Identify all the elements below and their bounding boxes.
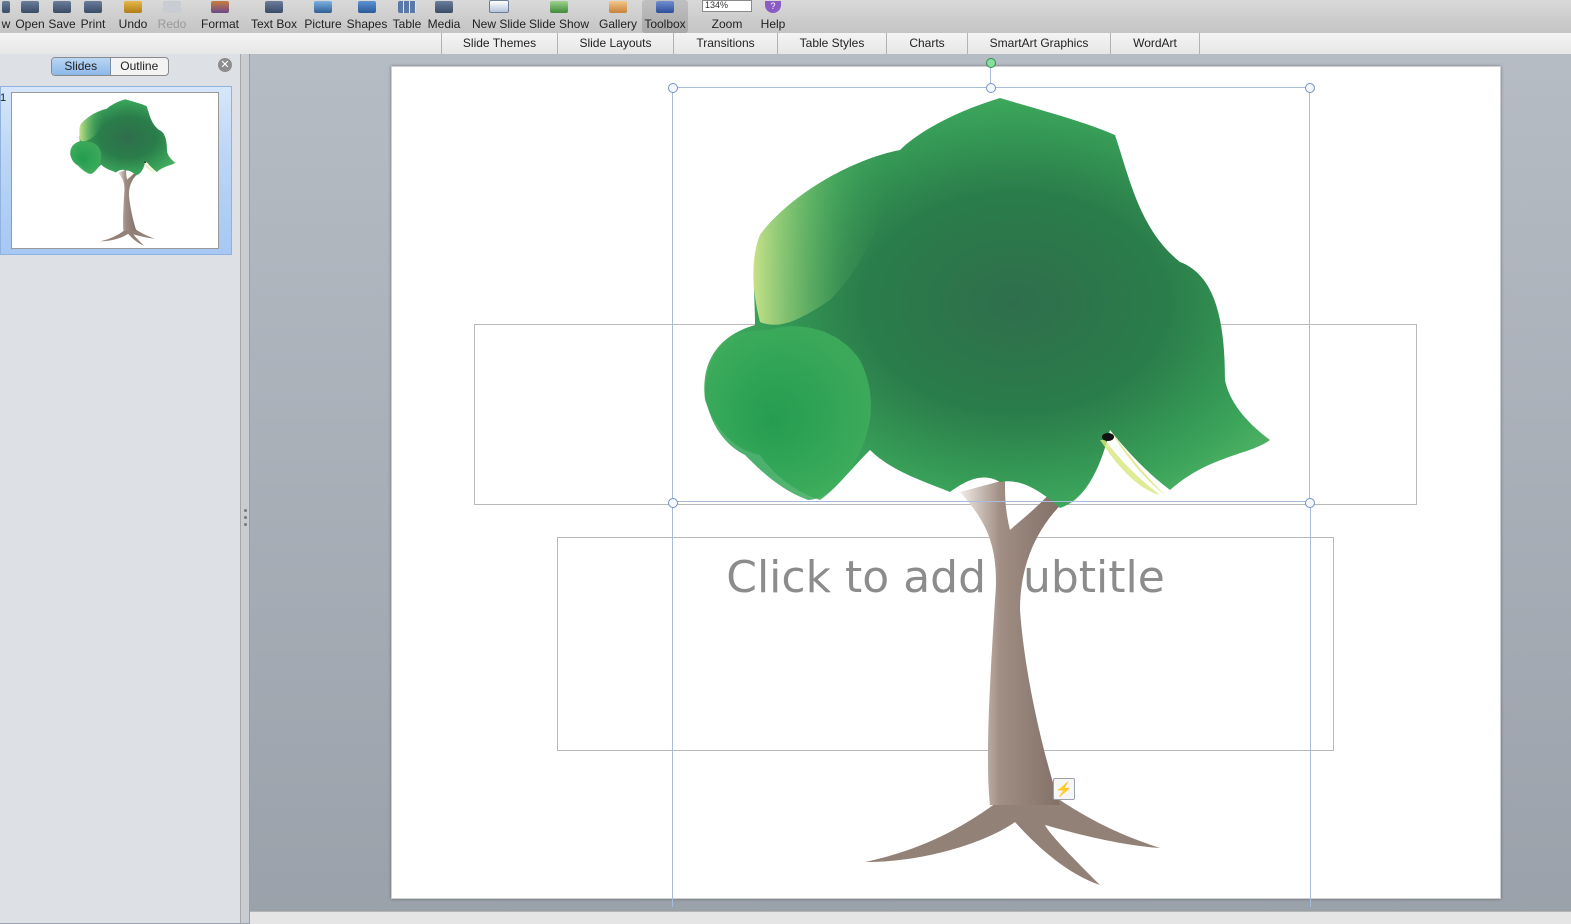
resize-handle-bottom-left[interactable] — [668, 498, 678, 508]
subtitle-placeholder-text: Click to add subtitle — [726, 552, 1165, 603]
gallery-label: Gallery — [598, 17, 637, 31]
zoom-control[interactable]: 134% Zoom — [700, 0, 754, 33]
shapes-icon — [358, 1, 376, 13]
print-icon — [84, 1, 102, 13]
pane-splitter[interactable] — [241, 54, 250, 923]
shapes-button[interactable]: Shapes — [346, 0, 388, 33]
tab-slide-layouts[interactable]: Slide Layouts — [557, 33, 673, 54]
format-icon — [211, 1, 229, 13]
tab-outline[interactable]: Outline — [111, 58, 169, 75]
subtitle-placeholder[interactable]: Click to add subtitle — [557, 537, 1334, 751]
ribbon-tab-bar: Slide Themes Slide Layouts Transitions T… — [0, 33, 1571, 55]
media-button[interactable]: Media — [426, 0, 462, 33]
gallery-button[interactable]: Gallery — [598, 0, 638, 33]
close-pane-button[interactable]: ✕ — [218, 58, 232, 72]
grip-dot — [244, 523, 247, 526]
new-slide-icon — [489, 0, 509, 13]
tab-smartart-graphics[interactable]: SmartArt Graphics — [967, 33, 1110, 54]
horizontal-scrollbar[interactable] — [250, 911, 1571, 924]
picture-button[interactable]: Picture — [302, 0, 344, 33]
toolbox-icon — [656, 1, 674, 13]
tab-wordart[interactable]: WordArt — [1110, 33, 1200, 54]
media-icon — [435, 1, 453, 13]
shapes-label: Shapes — [346, 17, 388, 31]
format-button[interactable]: Format — [199, 0, 241, 33]
tab-charts[interactable]: Charts — [886, 33, 967, 54]
save-label: Save — [48, 17, 76, 31]
redo-label: Redo — [157, 17, 187, 31]
undo-label: Undo — [118, 17, 148, 31]
slide-number: 1 — [0, 92, 7, 104]
format-label: Format — [200, 17, 239, 31]
help-icon: ? — [765, 1, 781, 13]
new-slide-button[interactable]: New Slide — [472, 0, 526, 33]
resize-handle-top-left[interactable] — [668, 83, 678, 93]
help-button[interactable]: ? Help — [758, 0, 788, 33]
zoom-label: Zoom — [711, 17, 743, 31]
toolbar: w Open Save Print Undo Redo Format Text … — [0, 0, 1571, 34]
undo-button[interactable]: Undo — [116, 0, 150, 33]
slide-show-label: Slide Show — [528, 17, 590, 31]
toolbox-label: Toolbox — [644, 17, 686, 31]
help-label: Help — [760, 17, 786, 31]
picture-label: Picture — [304, 17, 342, 31]
tab-slides[interactable]: Slides — [52, 58, 111, 75]
save-icon — [53, 1, 71, 13]
lightning-icon: ⚡ — [1055, 781, 1073, 797]
slide-show-icon — [550, 1, 568, 13]
tab-transitions[interactable]: Transitions — [673, 33, 777, 54]
print-button[interactable]: Print — [78, 0, 108, 33]
new-button[interactable]: w — [0, 0, 12, 33]
thumbnail-tree-image — [70, 99, 176, 246]
tab-slide-themes[interactable]: Slide Themes — [441, 33, 557, 54]
smart-tag-button[interactable]: ⚡ — [1053, 778, 1075, 800]
new-slide-label: New Slide — [471, 17, 527, 31]
rotate-handle[interactable] — [986, 58, 996, 68]
close-icon: ✕ — [220, 59, 230, 71]
toolbox-button[interactable]: Toolbox — [642, 0, 688, 33]
view-switcher: Slides Outline — [51, 57, 169, 76]
picture-icon — [314, 1, 332, 13]
gallery-icon — [609, 1, 627, 13]
print-label: Print — [80, 17, 106, 31]
resize-handle-bottom-right[interactable] — [1305, 498, 1315, 508]
slide-show-button[interactable]: Slide Show — [528, 0, 590, 33]
save-button[interactable]: Save — [48, 0, 76, 33]
selection-guide-right — [1310, 502, 1311, 907]
media-label: Media — [427, 17, 461, 31]
open-label: Open — [15, 17, 45, 31]
table-button[interactable]: Table — [390, 0, 424, 33]
text-box-icon — [265, 1, 283, 13]
slide-thumbnail[interactable] — [11, 92, 219, 249]
text-box-label: Text Box — [250, 17, 298, 31]
text-box-button[interactable]: Text Box — [249, 0, 299, 33]
zoom-value[interactable]: 134% — [702, 0, 752, 12]
table-icon — [398, 1, 416, 13]
undo-icon — [124, 1, 142, 13]
grip-dot — [244, 509, 247, 512]
new-icon — [2, 1, 10, 13]
redo-button[interactable]: Redo — [156, 0, 188, 33]
redo-icon — [163, 1, 181, 13]
tab-table-styles[interactable]: Table Styles — [777, 33, 886, 54]
new-label: w — [1, 17, 11, 31]
open-button[interactable]: Open — [14, 0, 46, 33]
selection-box-top — [672, 87, 1310, 502]
open-icon — [21, 1, 39, 13]
resize-handle-top[interactable] — [986, 83, 996, 93]
selection-guide-left — [672, 502, 673, 907]
resize-handle-top-right[interactable] — [1305, 83, 1315, 93]
table-label: Table — [392, 17, 422, 31]
grip-dot — [244, 516, 247, 519]
